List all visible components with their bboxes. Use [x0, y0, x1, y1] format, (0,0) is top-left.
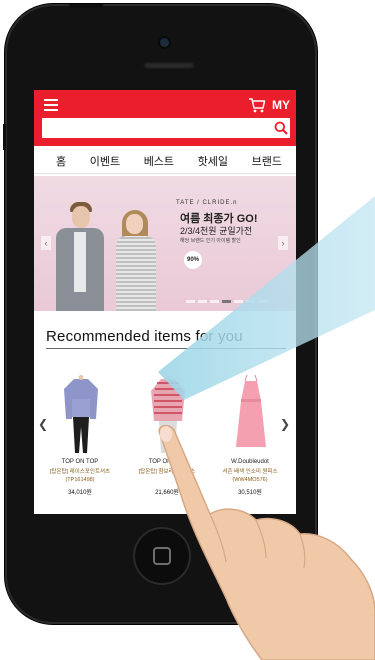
cart-icon[interactable] [248, 96, 266, 114]
product-name: [탑온탑] 레이스포인트셔츠 (TP161498) [49, 469, 111, 483]
banner-model-woman-head [126, 214, 143, 234]
my-page-link[interactable]: MY [272, 98, 290, 112]
tab-brand[interactable]: 브랜드 [252, 150, 282, 173]
menu-icon[interactable] [44, 99, 58, 111]
front-camera [160, 38, 169, 47]
product-price: 34,010원 [68, 490, 92, 496]
product-image [64, 375, 98, 453]
search-icon [274, 121, 288, 135]
tab-best[interactable]: 베스트 [144, 150, 174, 173]
banner-model-woman [116, 236, 156, 311]
tab-event[interactable]: 이벤트 [90, 150, 120, 173]
search-button[interactable] [270, 118, 290, 138]
banner-prev-arrow-icon[interactable]: ‹ [41, 236, 51, 250]
volume-button [3, 124, 6, 150]
earpiece-speaker [143, 62, 195, 69]
tab-hot-sale[interactable]: 핫세일 [198, 150, 228, 173]
category-tabs: 홈 이벤트 베스트 핫세일 브랜드 [34, 150, 296, 174]
search-input[interactable] [42, 118, 270, 138]
banner-model-man-head [72, 206, 90, 228]
product-card[interactable]: TOP ON TOP [탑온탑] 레이스포인트셔츠 (TP161498) 34,… [42, 375, 118, 505]
banner-model-man-shirt [74, 232, 86, 292]
highlight-beam [158, 196, 375, 400]
phone-top-bezel [5, 4, 317, 90]
scene: MY 홈 이벤트 베스트 핫세일 브랜드 TATE / CLRIDE.n 여름 … [0, 0, 375, 660]
product-brand: TOP ON TOP [61, 459, 99, 465]
pointing-hand [158, 424, 375, 660]
tab-home[interactable]: 홈 [56, 150, 66, 173]
